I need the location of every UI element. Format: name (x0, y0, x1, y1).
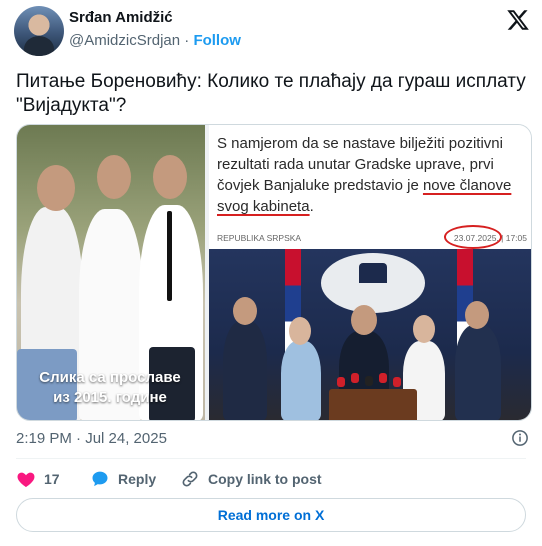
copy-link-label: Copy link to post (208, 471, 322, 487)
reply-bubble-icon (92, 471, 108, 487)
author-handle[interactable]: @AmidzicSrdjan (69, 32, 180, 49)
like-button[interactable]: 17 (16, 469, 60, 489)
left-photo: Слика са прославе из 2015. године (17, 125, 205, 420)
separator-dot: · (184, 32, 190, 49)
date-annotation-circle (444, 225, 502, 249)
reply-label: Reply (118, 471, 157, 487)
x-logo-icon[interactable] (506, 8, 530, 32)
author-handle-row: @AmidzicSrdjan · Follow (69, 32, 241, 49)
article-screenshot: S namjerom da se nastave bilježiti pozit… (209, 125, 531, 420)
left-photo-caption: Слика са прославе из 2015. године (39, 369, 181, 406)
avatar[interactable] (14, 6, 64, 56)
article-source: REPUBLIKA SRPSKA (217, 233, 302, 243)
tweet-media[interactable]: Слика са прославе из 2015. године S namj… (16, 124, 532, 421)
tweet-embed-card: Srđan Amidžić @AmidzicSrdjan · Follow Пи… (0, 0, 542, 546)
author-name[interactable]: Srđan Amidžić (69, 9, 173, 26)
article-text: S namjerom da se nastave bilježiti pozit… (217, 135, 512, 215)
link-icon (182, 471, 198, 487)
follow-button[interactable]: Follow (193, 32, 241, 49)
copy-link-button[interactable]: Copy link to post (180, 469, 322, 489)
divider (16, 458, 526, 459)
like-count: 17 (44, 471, 60, 487)
press-conference-photo (209, 249, 531, 420)
podium (329, 389, 417, 420)
heart-icon (17, 472, 35, 487)
read-more-button[interactable]: Read more on X (16, 498, 526, 532)
info-icon[interactable] (511, 429, 529, 447)
reply-button[interactable]: Reply (90, 469, 156, 489)
tweet-timestamp[interactable]: 2:19 PM · Jul 24, 2025 (16, 430, 167, 447)
tweet-text: Питање Бореновићу: Колико те плаћају да … (16, 71, 526, 116)
emblem (321, 253, 425, 313)
